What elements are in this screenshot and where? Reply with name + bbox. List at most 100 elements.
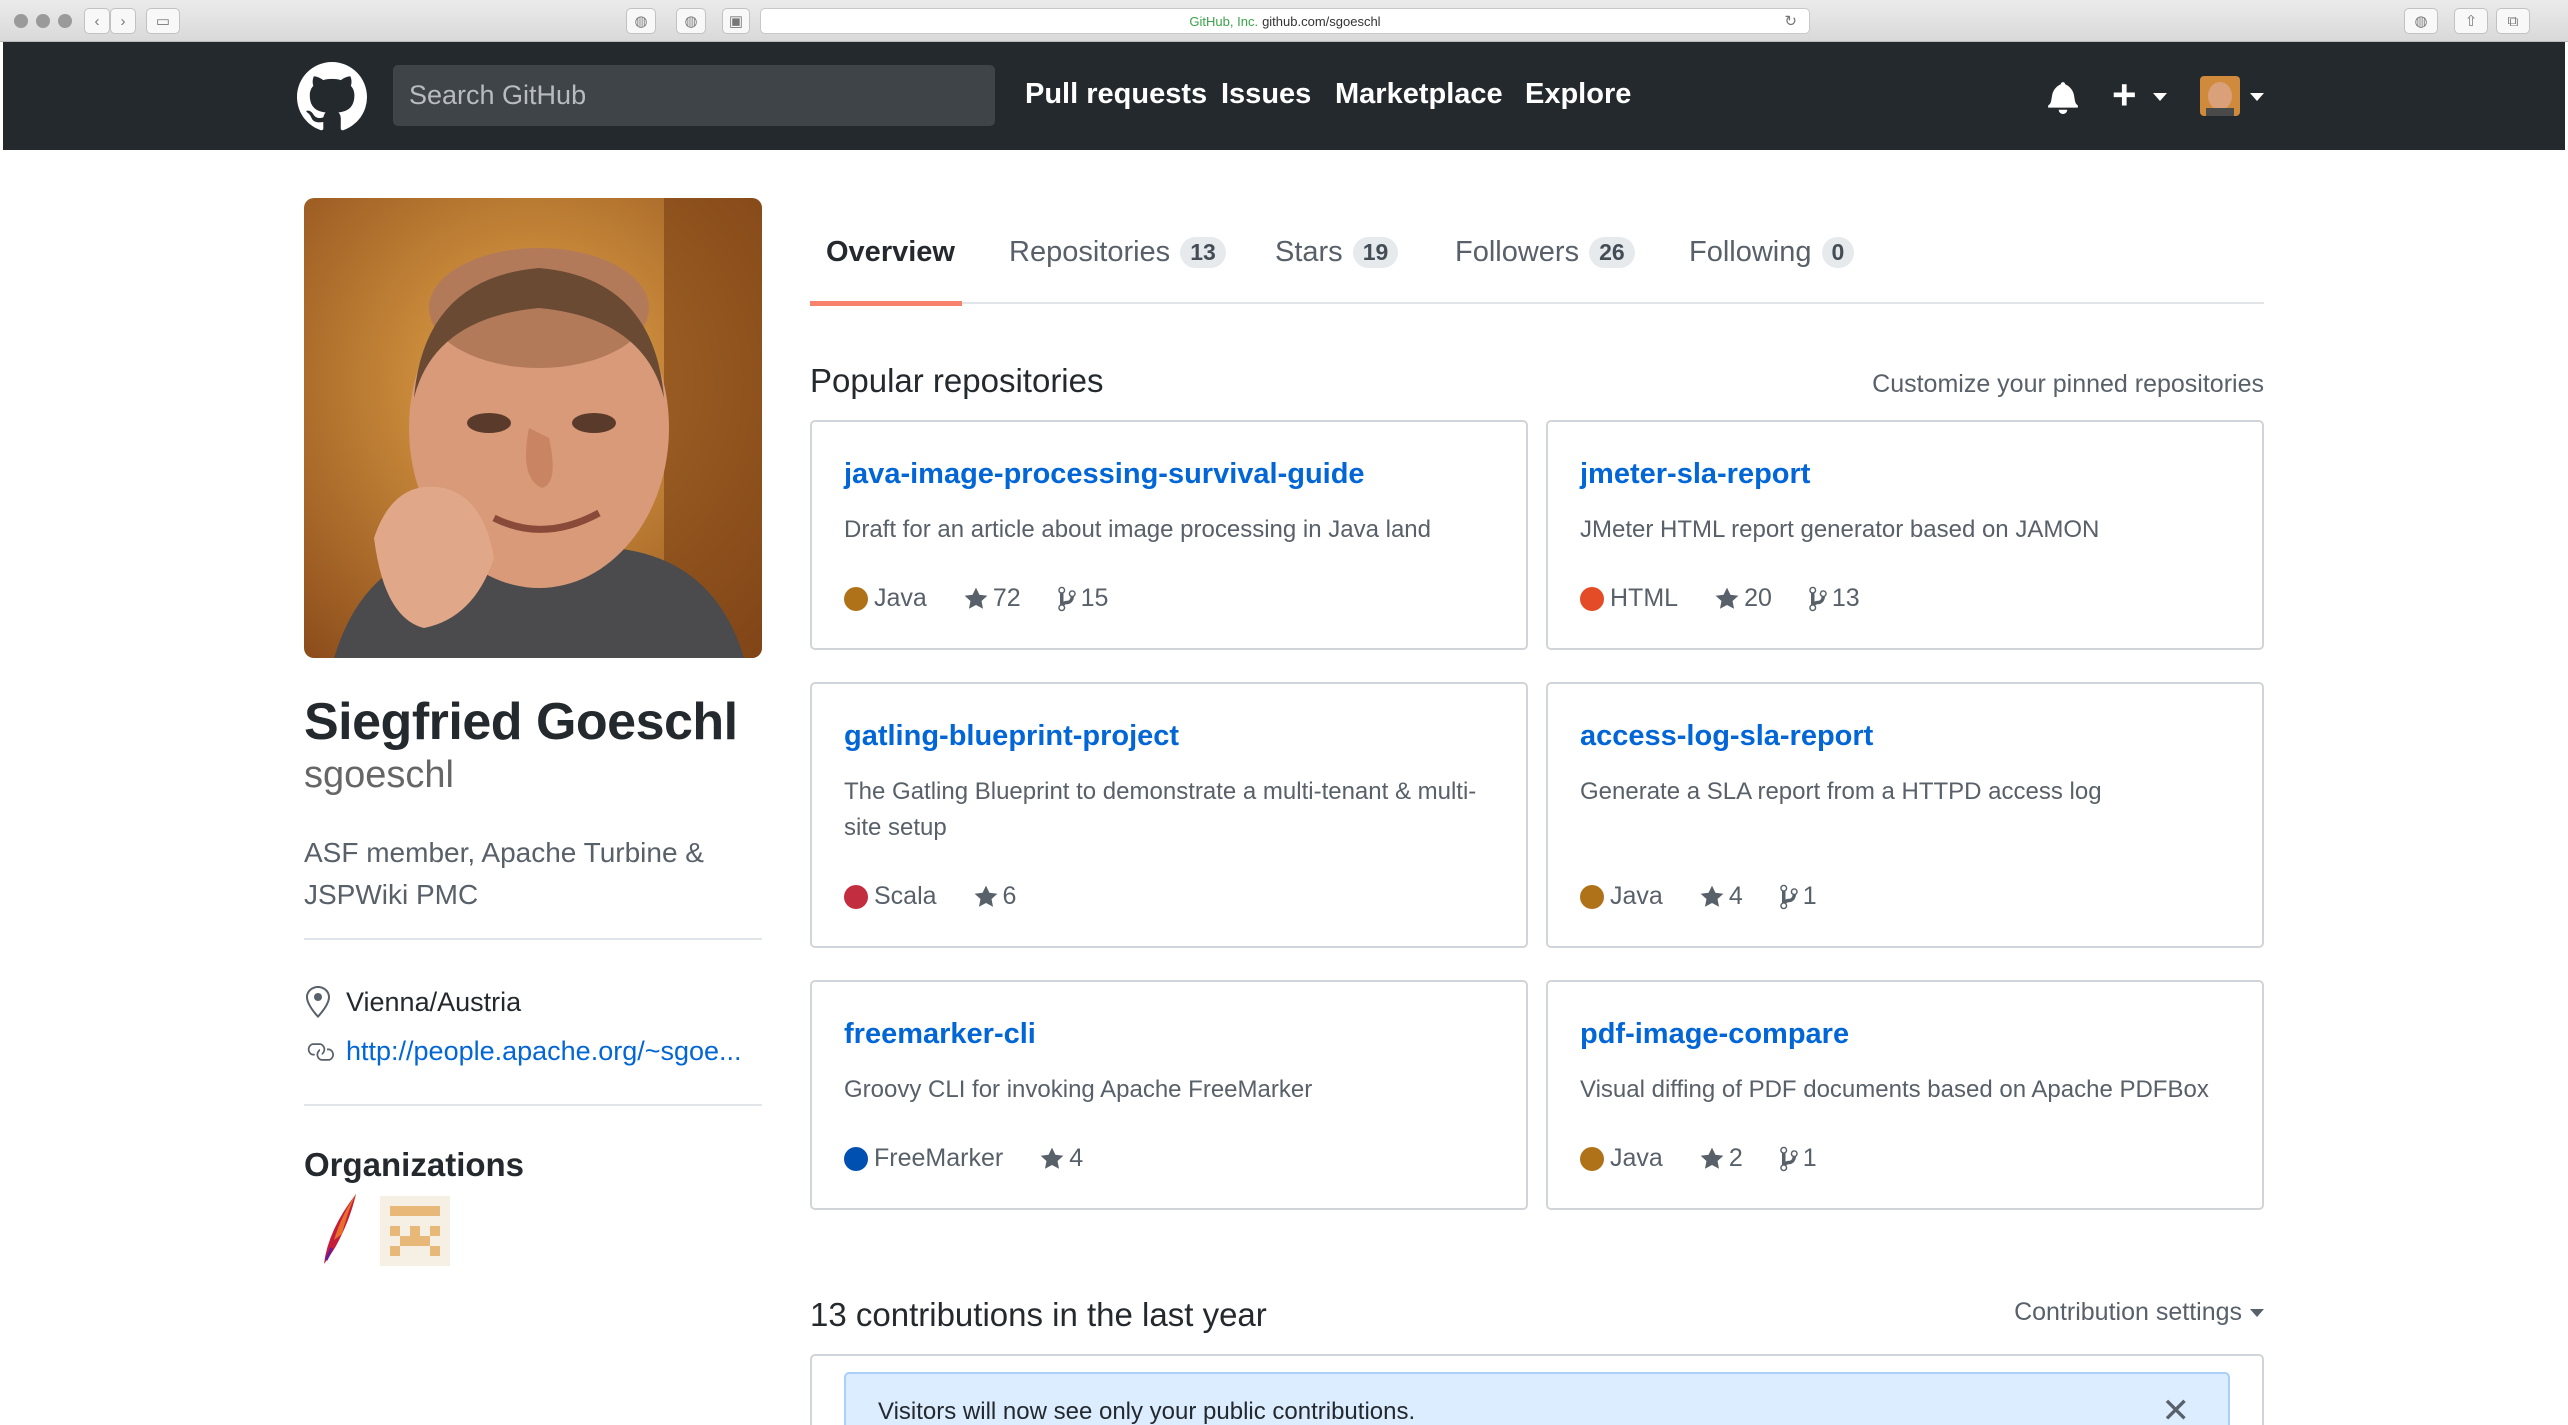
nav-marketplace[interactable]: Marketplace: [1335, 78, 1503, 111]
user-avatar-menu[interactable]: [2200, 76, 2240, 116]
window-close-button[interactable]: [14, 14, 28, 28]
star-count: 72: [992, 584, 1021, 612]
popular-repos-title: Popular repositories: [810, 362, 1104, 399]
forward-button[interactable]: ›: [110, 8, 136, 34]
tab-label: Following: [1689, 236, 1812, 268]
repo-name-link[interactable]: gatling-blueprint-project: [844, 720, 1179, 753]
stars-count: 19: [1352, 237, 1399, 268]
language-label: Scala: [874, 882, 937, 910]
nav-explore[interactable]: Explore: [1525, 78, 1631, 111]
star-icon: [964, 587, 988, 609]
sidebar-toggle-button[interactable]: ▭: [146, 8, 180, 34]
tab-following[interactable]: Following 0: [1689, 236, 1855, 269]
tab-repositories[interactable]: Repositories 13: [1009, 236, 1226, 269]
repo-name-link[interactable]: freemarker-cli: [844, 1018, 1036, 1051]
customize-pinned-link[interactable]: Customize your pinned repositories: [1872, 370, 2264, 399]
tab-label: Stars: [1275, 236, 1343, 268]
profile-bio: ASF member, Apache Turbine & JSPWiki PMC: [304, 837, 704, 910]
repo-stars[interactable]: 2: [1699, 1144, 1743, 1173]
pinned-repo-card: pdf-image-compare Visual diffing of PDF d…: [1546, 980, 2264, 1210]
repo-stars[interactable]: 20: [1714, 584, 1772, 613]
repo-language: Scala: [844, 882, 937, 911]
organization-avatar[interactable]: [380, 1196, 450, 1266]
repo-language: Java: [844, 584, 927, 613]
star-count: 4: [1069, 1144, 1084, 1172]
followers-count: 26: [1589, 237, 1635, 268]
tab-followers[interactable]: Followers 26: [1455, 236, 1635, 269]
repo-forks[interactable]: 1: [1779, 882, 1817, 911]
repo-forks[interactable]: 13: [1808, 584, 1860, 613]
apache-org-avatar[interactable]: [314, 1190, 364, 1266]
repo-meta: HTML 20 13: [1580, 584, 1896, 613]
profile-avatar: [304, 198, 762, 658]
contributions-title: 13 contributions in the last year: [810, 1296, 1267, 1333]
repo-forks[interactable]: 15: [1057, 584, 1108, 613]
link-icon: [307, 1042, 334, 1061]
repo-stars[interactable]: 6: [973, 882, 1017, 911]
close-icon[interactable]: ✕: [2162, 1394, 2191, 1425]
window-zoom-button[interactable]: [58, 14, 72, 28]
extension-icon: ◍: [684, 13, 698, 30]
download-icon: ◍: [2414, 13, 2428, 30]
chevron-right-icon: ›: [120, 12, 126, 30]
tabs-icon: ⧉: [2507, 12, 2519, 30]
downloads-button[interactable]: ◍: [2404, 8, 2438, 34]
github-logo-icon[interactable]: [297, 62, 367, 132]
create-new-button[interactable]: +: [2112, 74, 2137, 116]
share-button[interactable]: ⇧: [2454, 8, 2488, 34]
language-label: HTML: [1610, 584, 1679, 612]
tab-stars[interactable]: Stars 19: [1275, 236, 1399, 269]
repo-name-link[interactable]: pdf-image-compare: [1580, 1018, 1849, 1051]
bell-icon[interactable]: [2048, 80, 2078, 114]
nav-pull-requests[interactable]: Pull requests: [1025, 78, 1207, 111]
caret-down-icon: [2153, 93, 2167, 101]
repo-name-link[interactable]: access-log-sla-report: [1580, 720, 1873, 753]
repo-meta: Java 4 1: [1580, 882, 1853, 911]
active-tab-indicator: [810, 301, 962, 306]
contribution-settings-label: Contribution settings: [2014, 1298, 2242, 1326]
nav-issues[interactable]: Issues: [1221, 78, 1311, 111]
profile-username: sgoeschl: [304, 754, 454, 796]
language-color-dot: [844, 884, 868, 909]
repo-name-link[interactable]: java-image-processing-survival-guide: [844, 458, 1365, 491]
repo-language: Java: [1580, 882, 1663, 911]
repo-description: JMeter HTML report generator based on JA…: [1580, 516, 2100, 543]
extension-button-2[interactable]: ◍: [676, 8, 706, 34]
profile-website[interactable]: http://people.apache.org/~sgoe...: [304, 1036, 742, 1067]
repo-language: FreeMarker: [844, 1144, 1003, 1173]
repo-stars[interactable]: 4: [1699, 882, 1743, 911]
repo-stars[interactable]: 72: [963, 584, 1021, 613]
repo-forks[interactable]: 1: [1779, 1144, 1817, 1173]
language-label: Java: [874, 584, 927, 612]
back-button[interactable]: ‹: [84, 8, 110, 34]
caret-down-icon[interactable]: [2250, 93, 2264, 101]
tabs-overview-button[interactable]: ⧉: [2496, 8, 2530, 34]
visibility-notice-banner: Visitors will now see only your public c…: [844, 1372, 2230, 1425]
window-minimize-button[interactable]: [36, 14, 50, 28]
repo-name-link[interactable]: jmeter-sla-report: [1580, 458, 1810, 491]
contribution-settings-button[interactable]: Contribution settings: [2014, 1298, 2264, 1327]
tab-label: Repositories: [1009, 236, 1171, 268]
repo-description: Generate a SLA report from a HTTPD acces…: [1580, 778, 2102, 805]
pinned-repo-card: java-image-processing-survival-guide Draf…: [810, 420, 1528, 650]
repo-language: HTML: [1580, 584, 1678, 613]
following-count: 0: [1821, 237, 1855, 268]
star-icon: [1700, 1147, 1724, 1169]
star-count: 6: [1002, 882, 1017, 910]
language-color-dot: [1580, 884, 1604, 909]
chevron-left-icon: ‹: [94, 12, 100, 30]
repo-stars[interactable]: 4: [1039, 1144, 1083, 1173]
fork-count: 13: [1831, 584, 1860, 612]
language-color-dot: [1580, 1146, 1604, 1171]
pinned-repo-card: access-log-sla-report Generate a SLA repo…: [1546, 682, 2264, 948]
sidebar-divider: [304, 1104, 762, 1106]
website-link[interactable]: http://people.apache.org/~sgoe...: [346, 1036, 742, 1067]
address-bar[interactable]: GitHub, Inc. github.com/sgoeschl ↻: [760, 8, 1810, 34]
repo-meta: Java 2 1: [1580, 1144, 1853, 1173]
extension-button-1[interactable]: ◍: [626, 8, 656, 34]
reload-icon[interactable]: ↻: [1784, 12, 1797, 30]
address-url: github.com/sgoeschl: [1262, 13, 1381, 29]
extension-button-3[interactable]: ▣: [722, 8, 750, 34]
search-input[interactable]: [393, 65, 995, 126]
tab-overview[interactable]: Overview: [826, 236, 955, 269]
